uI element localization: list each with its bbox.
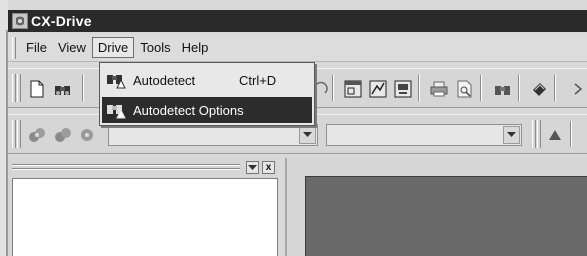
window-title: CX-Drive (31, 13, 92, 29)
toolbar-separator (570, 121, 572, 147)
gear-icon[interactable] (76, 124, 98, 146)
menu-item-label: Autodetect Options (133, 102, 244, 118)
window-view-icon[interactable] (342, 78, 364, 100)
toolbar-grip[interactable] (17, 74, 21, 102)
panel-grip-line (12, 168, 240, 170)
toolbar-separator (418, 75, 420, 101)
toolbar-separator (554, 75, 556, 101)
toolbar-grip[interactable] (12, 74, 16, 102)
menu-view[interactable]: View (53, 38, 91, 57)
monitor-icon[interactable] (392, 78, 414, 100)
panel-header[interactable]: x (12, 160, 282, 176)
menu-item-autodetect-options[interactable]: Autodetect Options (102, 97, 312, 123)
menu-tools[interactable]: Tools (135, 38, 175, 57)
toolbar-separator (480, 75, 482, 101)
menu-bar: File View Drive Tools Help (8, 34, 587, 62)
panel-grip-line (12, 164, 240, 166)
overflow-icon[interactable] (568, 78, 587, 100)
panel-close-button[interactable]: x (262, 161, 275, 174)
toolbar-grip[interactable] (532, 120, 536, 148)
find-icon[interactable] (492, 78, 514, 100)
binoculars-warning-icon (105, 69, 127, 91)
chevron-down-icon[interactable] (299, 126, 316, 144)
chart-view-icon[interactable] (367, 78, 389, 100)
arrow-up-icon[interactable] (544, 124, 566, 146)
connect-icon[interactable] (26, 124, 48, 146)
chevron-down-icon[interactable] (503, 126, 520, 144)
print-preview-icon[interactable] (454, 78, 476, 100)
print-icon[interactable] (428, 78, 450, 100)
workspace-area[interactable] (305, 176, 587, 256)
toolbar-separator (518, 75, 520, 101)
title-bar[interactable]: CX-Drive (8, 10, 587, 32)
menu-drive[interactable]: Drive (91, 37, 135, 58)
menu-item-shortcut: Ctrl+D (239, 72, 277, 88)
menu-file[interactable]: File (21, 38, 52, 57)
disconnect-icon[interactable] (52, 124, 74, 146)
chevron-down-icon[interactable] (246, 161, 259, 174)
toolbar-grip[interactable] (17, 120, 21, 148)
parameter-combo[interactable] (326, 124, 522, 146)
menu-item-label: Autodetect (133, 72, 196, 88)
workspace-panel (285, 158, 587, 256)
toolbar-separator (82, 75, 84, 101)
menu-bar-grip[interactable] (12, 36, 16, 59)
menu-item-autodetect[interactable]: Autodetect Ctrl+D (102, 67, 312, 93)
binoculars-icon[interactable] (52, 78, 74, 100)
help-book-icon[interactable] (528, 78, 550, 100)
new-document-icon[interactable] (26, 78, 48, 100)
toolbar-grip[interactable] (537, 120, 541, 148)
binoculars-warning-icon (105, 99, 127, 121)
drive-combo[interactable] (108, 124, 318, 146)
project-tree-area[interactable] (12, 178, 278, 256)
project-panel: x (8, 158, 278, 256)
app-icon[interactable] (12, 13, 28, 29)
toolbar-separator (332, 75, 334, 101)
toolbar-grip[interactable] (12, 120, 16, 148)
menu-help[interactable]: Help (177, 38, 214, 57)
drive-menu-dropdown: Autodetect Ctrl+D Autodetect Options (99, 62, 315, 126)
